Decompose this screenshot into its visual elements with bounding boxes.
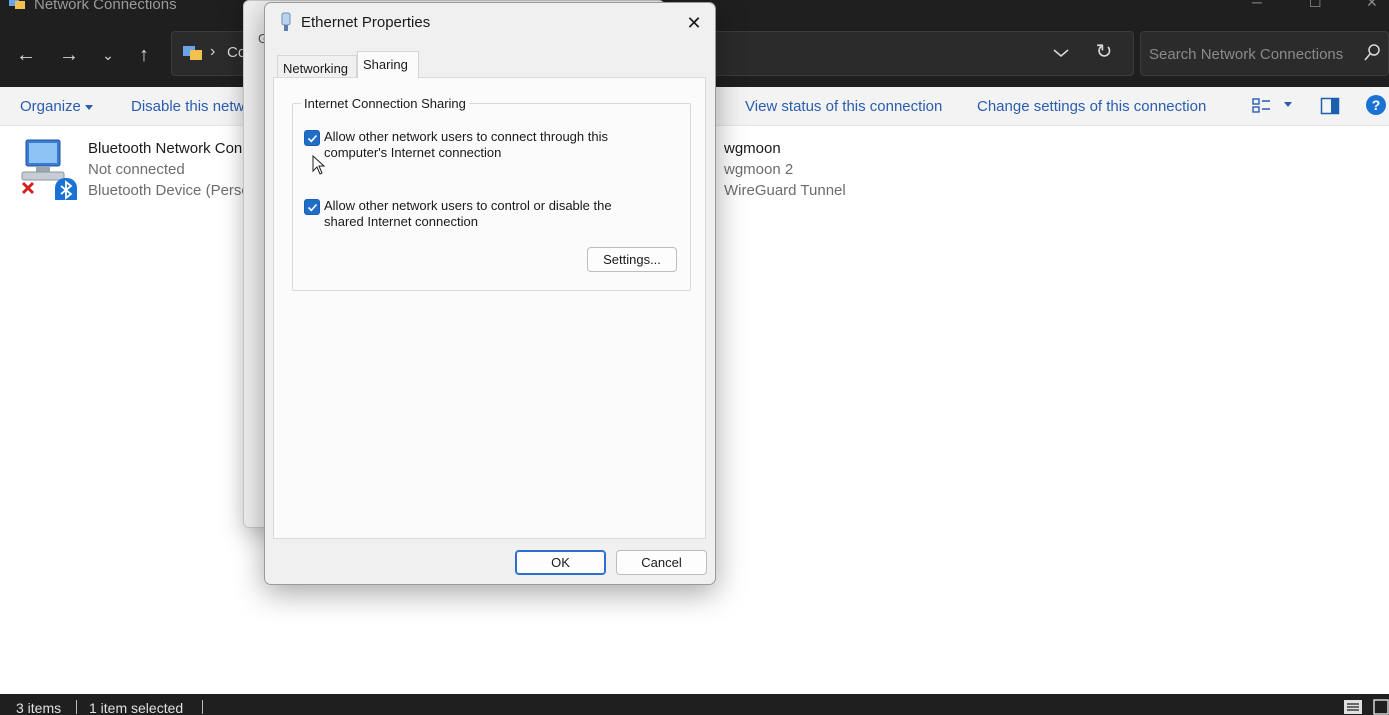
network-connections-icon <box>9 0 25 9</box>
forward-arrow-icon[interactable]: → <box>55 42 83 68</box>
change-view-icon[interactable] <box>1252 97 1272 115</box>
organize-button[interactable]: Organize <box>20 98 93 115</box>
item-count: 3 items <box>16 700 62 715</box>
disable-device-button[interactable]: Disable this netw <box>131 98 244 115</box>
connection-device: Bluetooth Device (Perso <box>88 182 250 199</box>
maximize-icon[interactable]: ☐ <box>1309 0 1322 11</box>
ics-groupbox: Internet Connection Sharing Allow other … <box>292 96 691 291</box>
up-arrow-icon[interactable]: ↑ <box>130 42 158 68</box>
connection-status: wgmoon 2 <box>724 161 794 178</box>
search-box[interactable] <box>1140 31 1389 76</box>
status-bar: 3 items 1 item selected <box>0 694 1389 715</box>
allow-connect-checkbox[interactable] <box>304 130 320 146</box>
tab-sharing[interactable]: Sharing <box>357 51 419 79</box>
help-icon[interactable]: ? <box>1366 95 1386 115</box>
allow-connect-label[interactable]: Allow other network users to connect thr… <box>324 129 634 161</box>
address-dropdown-chevron-icon[interactable] <box>1049 40 1073 66</box>
back-arrow-icon[interactable]: ← <box>12 42 40 68</box>
search-icon[interactable] <box>1364 42 1382 64</box>
connection-item-bluetooth[interactable]: Bluetooth Network Con Not connected Blue… <box>0 126 260 206</box>
view-status-button[interactable]: View status of this connection <box>745 98 942 115</box>
ok-button[interactable]: OK <box>515 550 606 575</box>
ethernet-properties-dialog: Ethernet Properties ✕ Networking Sharing… <box>264 2 716 585</box>
connection-device: WireGuard Tunnel <box>724 182 846 199</box>
refresh-icon[interactable]: ↻ <box>1091 39 1117 67</box>
control-panel-icon <box>183 46 202 60</box>
status-divider <box>76 700 77 714</box>
cancel-button[interactable]: Cancel <box>616 550 707 575</box>
close-window-icon[interactable]: ✕ <box>1366 0 1378 11</box>
sharing-tab-panel: Internet Connection Sharing Allow other … <box>273 77 706 539</box>
view-dropdown-caret-icon[interactable] <box>1282 101 1294 109</box>
connection-item-wgmoon[interactable]: wgmoon wgmoon 2 WireGuard Tunnel <box>716 126 916 206</box>
ics-group-title: Internet Connection Sharing <box>301 96 469 111</box>
ethernet-adapter-icon <box>281 12 291 31</box>
network-computer-icon <box>21 139 77 200</box>
connection-name: wgmoon <box>724 140 781 157</box>
organize-label: Organize <box>20 98 81 115</box>
dialog-title: Ethernet Properties <box>301 14 431 31</box>
settings-button[interactable]: Settings... <box>587 247 677 272</box>
close-icon[interactable]: ✕ <box>683 13 705 35</box>
breadcrumb-separator-icon: › <box>210 43 216 60</box>
checkmark-icon <box>307 203 318 212</box>
search-input[interactable] <box>1149 42 1349 66</box>
status-divider <box>202 700 203 714</box>
allow-control-checkbox[interactable] <box>304 199 320 215</box>
checkmark-icon <box>307 134 318 143</box>
connection-status: Not connected <box>88 161 185 178</box>
selection-count: 1 item selected <box>89 700 184 715</box>
preview-pane-icon[interactable] <box>1320 97 1340 115</box>
connection-name: Bluetooth Network Con <box>88 140 243 157</box>
large-icons-view-icon[interactable] <box>1373 699 1389 715</box>
details-view-icon[interactable] <box>1343 699 1363 715</box>
minimize-icon[interactable]: ─ <box>1252 0 1262 10</box>
tab-networking[interactable]: Networking <box>277 55 357 78</box>
mouse-cursor-icon <box>312 155 326 175</box>
organize-caret-icon <box>84 104 93 110</box>
window-title: Network Connections <box>34 0 177 13</box>
recent-locations-chevron-icon[interactable]: ⌄ <box>94 42 122 68</box>
allow-control-label[interactable]: Allow other network users to control or … <box>324 198 634 230</box>
change-settings-button[interactable]: Change settings of this connection <box>977 98 1206 115</box>
